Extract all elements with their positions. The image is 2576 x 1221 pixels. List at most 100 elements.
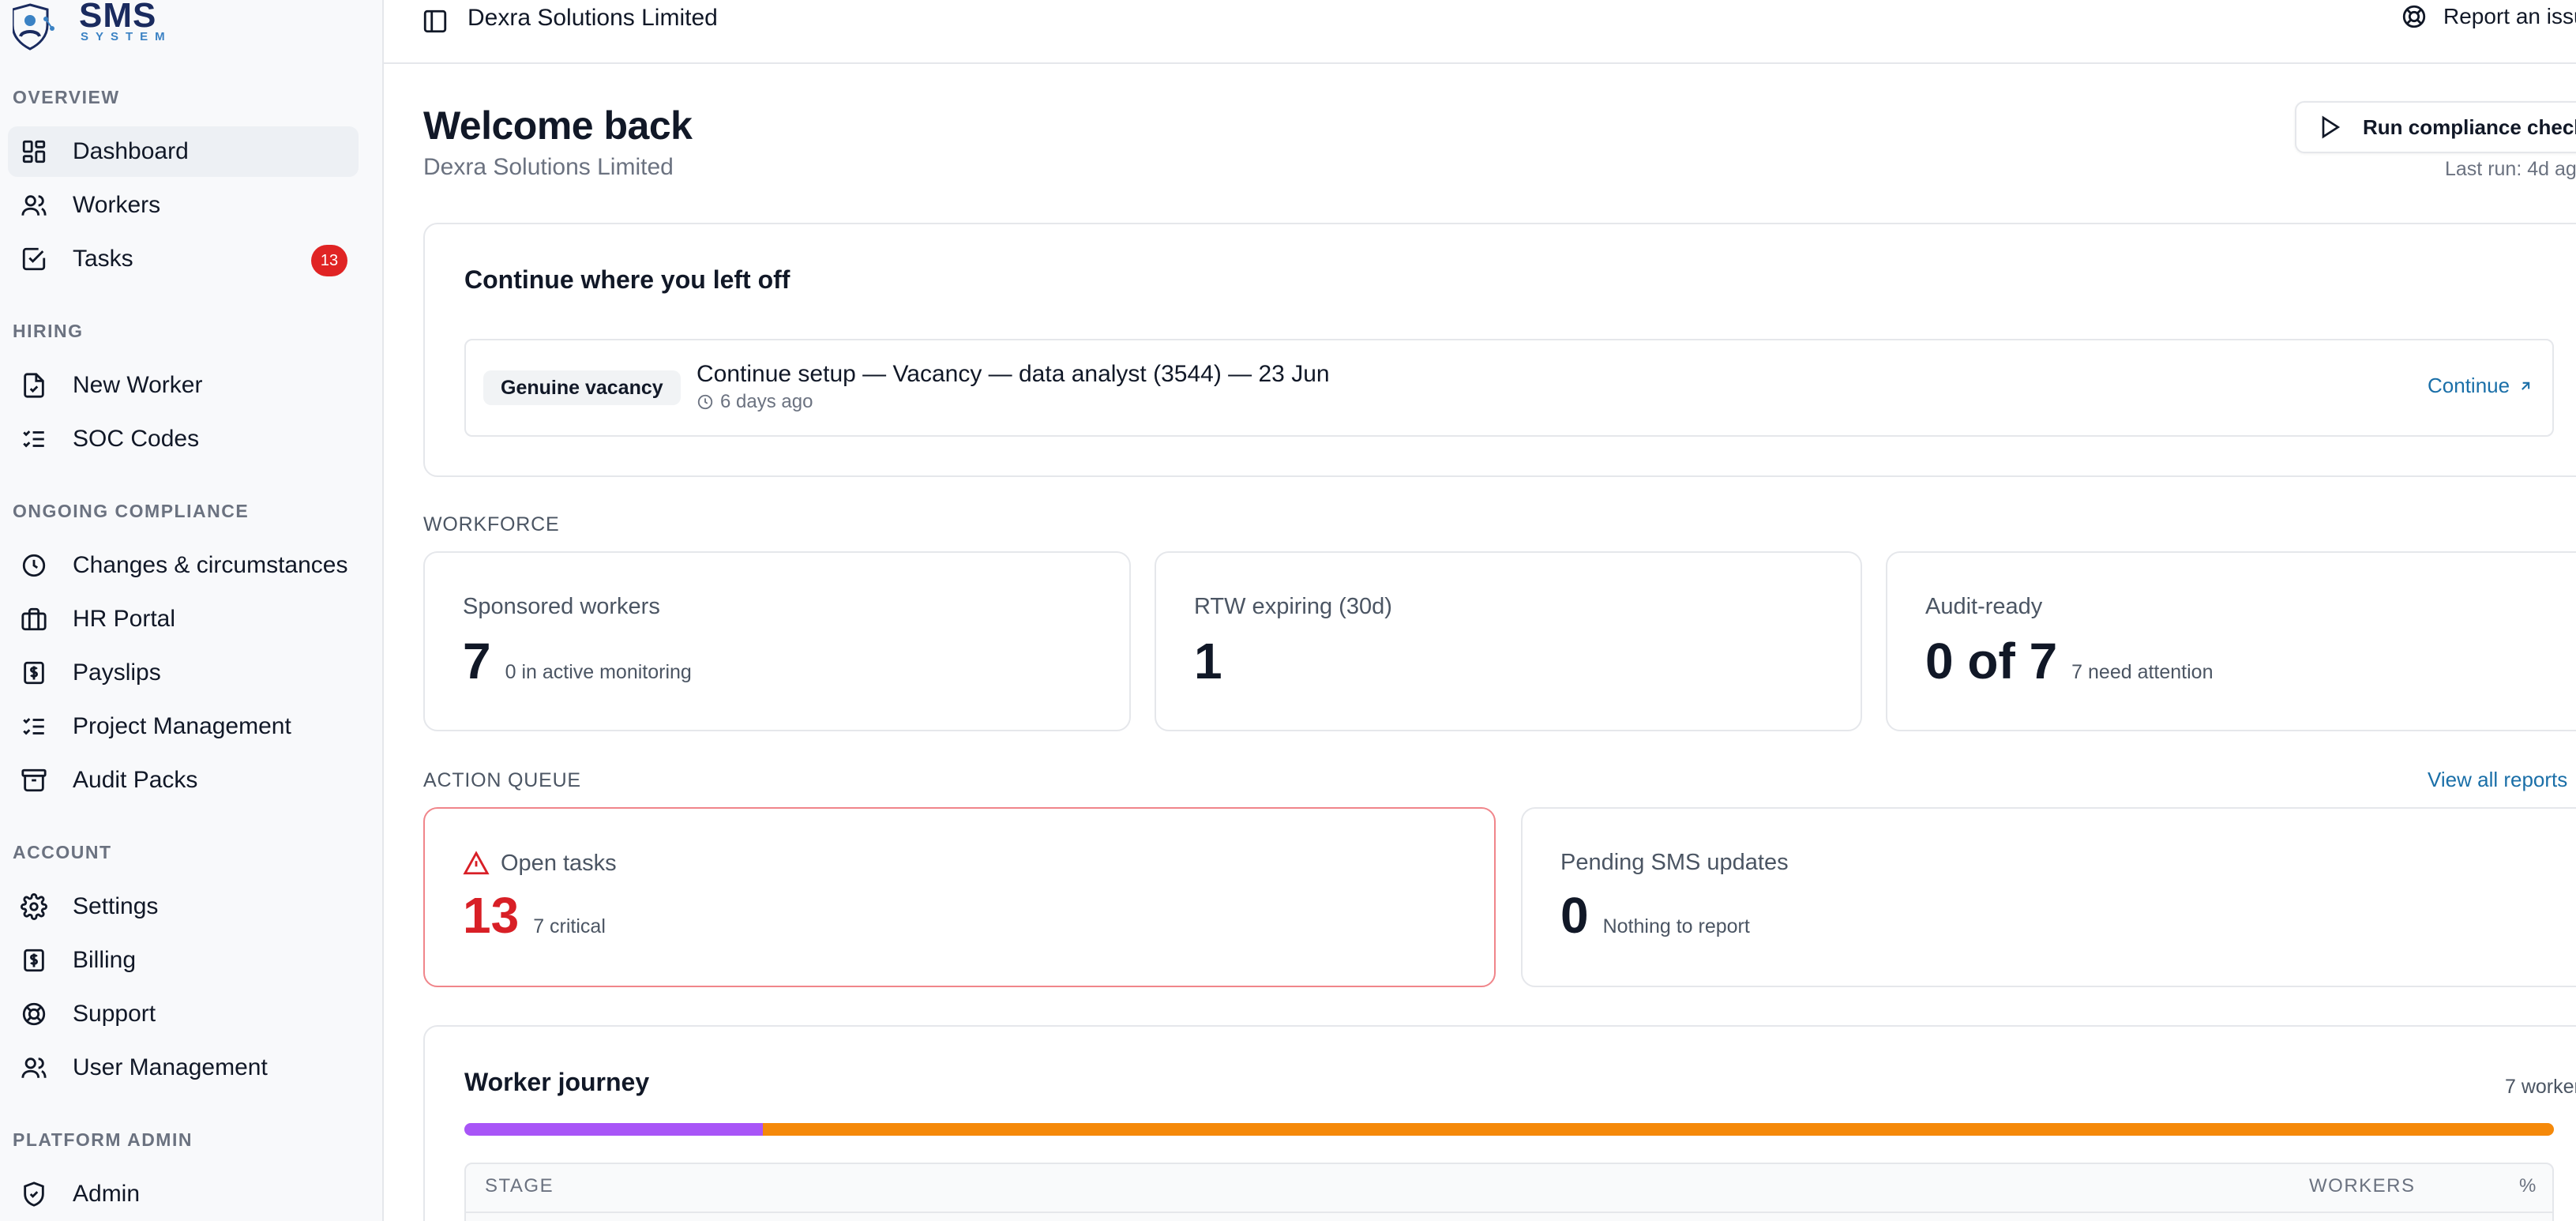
logo-subtext: SYSTEM xyxy=(81,30,172,43)
sidebar-item-label: User Management xyxy=(73,1054,268,1080)
sidebar-item-hr-portal[interactable]: HR Portal xyxy=(8,594,359,644)
continue-card-title: Continue where you left off xyxy=(464,265,790,294)
pending-sms-updates-card[interactable]: Pending SMS updates 0 Nothing to report xyxy=(1521,807,2576,987)
sidebar-item-label: Billing xyxy=(73,947,137,973)
logo-text: SMS xyxy=(79,0,157,35)
continue-item[interactable]: Genuine vacancy Continue setup — Vacancy… xyxy=(464,339,2554,437)
sidebar-item-label: Project Management xyxy=(73,713,291,739)
sidebar-item-label: Settings xyxy=(73,893,159,919)
last-run-text: Last run: 4d ago xyxy=(2445,158,2576,180)
sidebar-item-label: New Worker xyxy=(73,372,203,398)
stat-title: Sponsored workers xyxy=(463,594,660,619)
worker-journey-card: Worker journey 7 workers STAGE WORKERS % xyxy=(423,1025,2576,1221)
progress-segment-1 xyxy=(763,1123,2554,1136)
life-buoy-icon xyxy=(2402,5,2426,28)
sidebar-item-payslips[interactable]: Payslips xyxy=(8,648,359,698)
tasks-count-badge: 13 xyxy=(311,245,347,276)
sidebar-item-label: Audit Packs xyxy=(73,767,198,793)
progress-segment-0 xyxy=(464,1123,764,1136)
life-buoy-icon xyxy=(19,999,49,1029)
view-all-reports-link[interactable]: View all reports xyxy=(2428,768,2567,792)
report-issue-label: Report an issue xyxy=(2443,4,2576,28)
pending-value: 0 Nothing to report xyxy=(1560,886,1750,945)
receipt-icon xyxy=(19,945,49,975)
workforce-label: WORKFORCE xyxy=(423,513,560,535)
stat-title: RTW expiring (30d) xyxy=(1194,594,1392,619)
run-compliance-check-button[interactable]: Run compliance check xyxy=(2295,101,2576,153)
sidebar-item-billing[interactable]: Billing xyxy=(8,935,359,986)
dashboard-icon xyxy=(19,137,49,167)
stat-number: 7 xyxy=(463,633,491,689)
section-title-ongoing-compliance: ONGOING COMPLIANCE xyxy=(13,501,250,521)
sidebar-item-project-management[interactable]: Project Management xyxy=(8,701,359,752)
main-content: Dexra Solutions Limited Report an issue … xyxy=(384,0,2576,1221)
app-root: SMS SYSTEM OVERVIEW Dashboard Workers Ta… xyxy=(0,0,2576,1221)
sponsored-workers-card[interactable]: Sponsored workers 7 0 in active monitori… xyxy=(423,551,1131,731)
section-title-account: ACCOUNT xyxy=(13,842,112,862)
worker-journey-progress-bar xyxy=(464,1123,2554,1136)
company-name: Dexra Solutions Limited xyxy=(423,154,674,180)
sidebar-item-dashboard[interactable]: Dashboard xyxy=(8,126,359,177)
stat-note: 7 need attention xyxy=(2071,661,2214,683)
sidebar-item-label: Workers xyxy=(73,192,161,218)
open-tasks-title-label: Open tasks xyxy=(501,850,617,876)
continue-link-label: Continue xyxy=(2428,374,2510,397)
sidebar-item-changes[interactable]: Changes & circumstances xyxy=(8,540,359,591)
sidebar-item-label: HR Portal xyxy=(73,606,176,632)
stat-value: 7 0 in active monitoring xyxy=(463,632,692,690)
audit-ready-card[interactable]: Audit-ready 0 of 7 7 need attention xyxy=(1886,551,2576,731)
welcome-heading: Welcome back xyxy=(423,103,693,148)
sidebar-item-tasks[interactable]: Tasks 13 xyxy=(8,234,359,284)
list-checks-icon xyxy=(19,712,49,742)
sidebar-item-user-management[interactable]: User Management xyxy=(8,1043,359,1093)
sidebar-item-label: Dashboard xyxy=(73,138,189,164)
worker-journey-title: Worker journey xyxy=(464,1068,650,1096)
sidebar-item-soc-codes[interactable]: SOC Codes xyxy=(8,414,359,464)
page-title: Dexra Solutions Limited xyxy=(468,5,718,31)
receipt-icon xyxy=(19,658,49,688)
stat-note: 0 in active monitoring xyxy=(505,661,692,683)
section-title-platform-admin: PLATFORM ADMIN xyxy=(13,1129,193,1150)
logo-shield-icon xyxy=(13,3,54,51)
stage-table: STAGE WORKERS % xyxy=(464,1163,2554,1221)
open-tasks-card[interactable]: Open tasks 13 7 critical xyxy=(423,807,1496,987)
play-icon xyxy=(2322,115,2341,139)
clock-icon xyxy=(19,550,49,580)
action-queue-label: ACTION QUEUE xyxy=(423,769,581,791)
table-header-percent: % xyxy=(2519,1175,2537,1197)
archive-icon xyxy=(19,765,49,795)
briefcase-icon xyxy=(19,604,49,634)
sidebar: SMS SYSTEM OVERVIEW Dashboard Workers Ta… xyxy=(0,0,384,1221)
sidebar-item-label: Changes & circumstances xyxy=(73,552,348,578)
stat-number: 1 xyxy=(1194,633,1222,689)
worker-journey-count: 7 workers xyxy=(2505,1076,2576,1098)
continue-card: Continue where you left off Genuine vaca… xyxy=(423,223,2576,477)
section-title-hiring: HIRING xyxy=(13,321,84,341)
logo[interactable]: SMS SYSTEM xyxy=(13,0,165,52)
continue-item-time-label: 6 days ago xyxy=(720,391,813,412)
report-issue-button[interactable]: Report an issue xyxy=(2401,3,2576,30)
stat-title: Audit-ready xyxy=(1925,594,2043,619)
category-pill: Genuine vacancy xyxy=(483,370,681,405)
users-icon xyxy=(19,190,49,220)
sidebar-item-admin[interactable]: Admin xyxy=(8,1169,359,1219)
sidebar-item-audit-packs[interactable]: Audit Packs xyxy=(8,755,359,806)
open-tasks-title: Open tasks xyxy=(463,850,617,877)
rtw-expiring-card[interactable]: RTW expiring (30d) 1 xyxy=(1155,551,1862,731)
sidebar-item-support[interactable]: Support xyxy=(8,989,359,1039)
sidebar-item-label: Payslips xyxy=(73,659,161,686)
pending-title-label: Pending SMS updates xyxy=(1560,850,1789,875)
warning-triangle-icon xyxy=(463,851,490,875)
sidebar-item-workers[interactable]: Workers xyxy=(8,180,359,231)
shield-check-icon xyxy=(19,1179,49,1209)
continue-link[interactable]: Continue xyxy=(2428,374,2533,398)
sidebar-item-settings[interactable]: Settings xyxy=(8,881,359,932)
continue-item-time: 6 days ago xyxy=(697,391,813,413)
sidebar-toggle-icon[interactable] xyxy=(422,8,449,35)
file-check-icon xyxy=(19,370,49,400)
gear-icon xyxy=(19,892,49,922)
table-header-stage: STAGE xyxy=(485,1175,554,1197)
sidebar-item-new-worker[interactable]: New Worker xyxy=(8,360,359,411)
checkbox-icon xyxy=(19,244,49,274)
section-title-overview: OVERVIEW xyxy=(13,87,120,107)
